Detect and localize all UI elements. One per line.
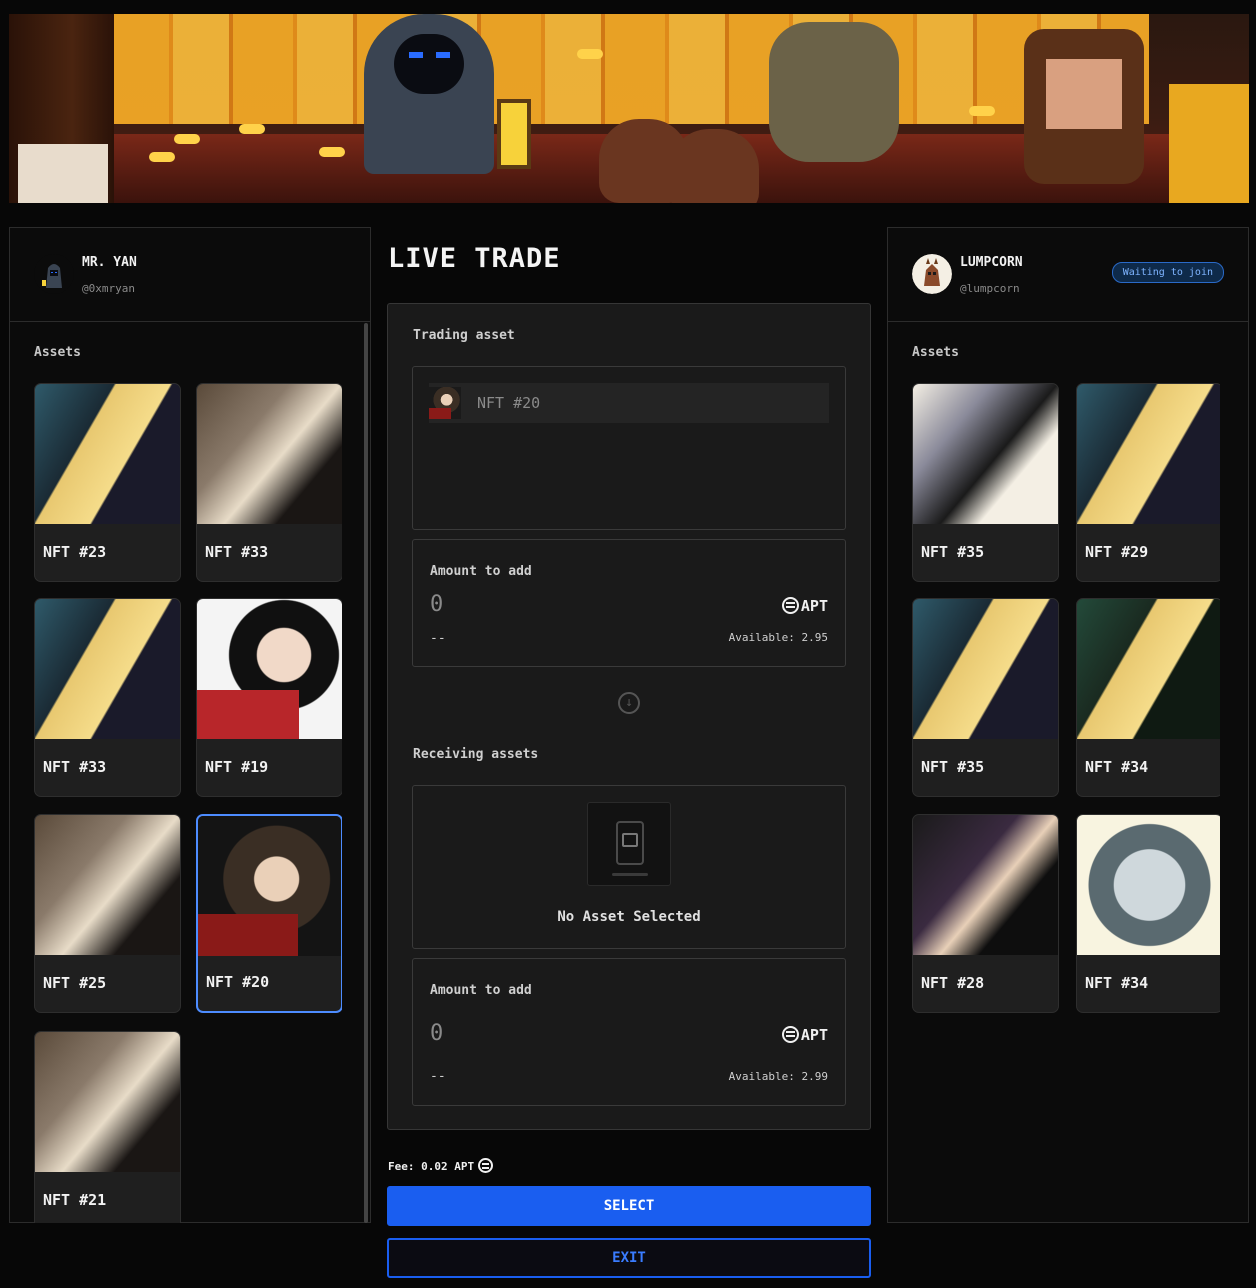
left-assets-grid: NFT #23 NFT #33 NFT #33 NFT #19 NFT #25 …	[34, 383, 342, 1223]
right-assets-label: Assets	[912, 345, 959, 360]
arrow-down-icon: ↓	[618, 692, 640, 714]
nft-image	[198, 816, 341, 956]
nft-card[interactable]: NFT #34	[1076, 598, 1220, 797]
nft-image	[35, 384, 180, 524]
nft-card[interactable]: NFT #34	[1076, 814, 1220, 1013]
left-assets-label: Assets	[34, 345, 81, 360]
nft-card-selected[interactable]: NFT #20	[196, 814, 342, 1013]
left-profile: MR. YAN @0xmryan	[10, 228, 370, 322]
nft-card[interactable]: NFT #25	[34, 814, 181, 1013]
left-user-panel: MR. YAN @0xmryan Assets NFT #23 NFT #33 …	[9, 227, 371, 1223]
nft-card[interactable]: NFT #35	[912, 383, 1059, 582]
right-user-handle: @lumpcorn	[960, 282, 1020, 295]
nft-image	[913, 815, 1058, 955]
nft-card[interactable]: NFT #28	[912, 814, 1059, 1013]
amount-input[interactable]: 0	[430, 592, 443, 617]
nft-label: NFT #21	[43, 1191, 107, 1209]
currency-label: APT	[781, 597, 828, 615]
select-button[interactable]: SELECT	[387, 1186, 871, 1226]
amount-label: Amount to add	[430, 564, 532, 579]
nft-image	[913, 384, 1058, 524]
nft-image	[913, 599, 1058, 739]
trading-asset-thumbnail	[429, 387, 461, 419]
exit-button[interactable]: EXIT	[387, 1238, 871, 1278]
header-banner	[9, 14, 1249, 203]
nft-card[interactable]: NFT #23	[34, 383, 181, 582]
nft-label: NFT #35	[921, 543, 985, 561]
nft-label: NFT #34	[1085, 758, 1149, 776]
nft-image	[35, 599, 180, 739]
nft-card[interactable]: NFT #33	[196, 383, 342, 582]
nft-label: NFT #20	[206, 973, 270, 991]
nft-image	[1077, 384, 1220, 524]
left-user-name: MR. YAN	[82, 255, 137, 270]
right-profile: LUMPCORN @lumpcorn Waiting to join	[888, 228, 1248, 322]
currency-label: APT	[781, 1026, 828, 1044]
receiving-assets-label: Receiving assets	[413, 747, 539, 762]
trading-asset-chip[interactable]: NFT #20	[429, 383, 829, 423]
available-balance: Available: 2.99	[728, 1070, 828, 1083]
nft-label: NFT #34	[1085, 974, 1149, 992]
left-scrollbar[interactable]	[364, 323, 368, 1223]
amount-input[interactable]: 0	[430, 1021, 443, 1046]
left-user-handle: @0xmryan	[82, 282, 135, 295]
trade-panel: Trading asset NFT #20 Amount to add 0 AP…	[387, 303, 871, 1130]
trading-asset-box: NFT #20	[412, 366, 846, 530]
nft-label: NFT #19	[205, 758, 269, 776]
nft-image	[197, 384, 342, 524]
nft-image	[1077, 599, 1220, 739]
empty-image-icon	[587, 802, 671, 886]
nft-label: NFT #29	[1085, 543, 1149, 561]
nft-image	[35, 1032, 180, 1172]
amount-box-bottom: Amount to add 0 APT -- Available: 2.99	[412, 958, 846, 1106]
right-user-panel: LUMPCORN @lumpcorn Waiting to join Asset…	[887, 227, 1249, 1223]
right-assets-grid: NFT #35 NFT #29 NFT #35 NFT #34 NFT #28 …	[912, 383, 1220, 1223]
available-balance: Available: 2.95	[728, 631, 828, 644]
left-user-avatar	[34, 254, 74, 294]
trading-asset-label: Trading asset	[413, 328, 515, 343]
amount-label: Amount to add	[430, 983, 532, 998]
nft-image	[197, 599, 342, 739]
nft-label: NFT #35	[921, 758, 985, 776]
receiving-asset-box: No Asset Selected	[412, 785, 846, 949]
aptos-icon	[781, 597, 799, 614]
nft-image	[35, 815, 180, 955]
nft-card[interactable]: NFT #35	[912, 598, 1059, 797]
amount-box-top: Amount to add 0 APT -- Available: 2.95	[412, 539, 846, 667]
nft-label: NFT #25	[43, 974, 107, 992]
nft-label: NFT #33	[43, 758, 107, 776]
nft-card[interactable]: NFT #29	[1076, 383, 1220, 582]
nft-label: NFT #28	[921, 974, 985, 992]
nft-image	[1077, 815, 1220, 955]
aptos-icon	[781, 1026, 799, 1043]
aptos-icon	[478, 1158, 494, 1173]
page-title: LIVE TRADE	[388, 243, 561, 274]
nft-card[interactable]: NFT #33	[34, 598, 181, 797]
right-user-name: LUMPCORN	[960, 255, 1023, 270]
status-badge: Waiting to join	[1111, 262, 1224, 283]
nft-label: NFT #23	[43, 543, 107, 561]
nft-card[interactable]: NFT #19	[196, 598, 342, 797]
nft-card[interactable]: NFT #21	[34, 1031, 181, 1223]
right-user-avatar	[912, 254, 952, 294]
nft-label: NFT #33	[205, 543, 269, 561]
amount-usd: --	[430, 1069, 446, 1084]
fee-text: Fee: 0.02 APT	[388, 1158, 495, 1173]
trading-asset-name: NFT #20	[477, 394, 541, 412]
no-asset-text: No Asset Selected	[557, 909, 701, 925]
amount-usd: --	[430, 631, 446, 646]
